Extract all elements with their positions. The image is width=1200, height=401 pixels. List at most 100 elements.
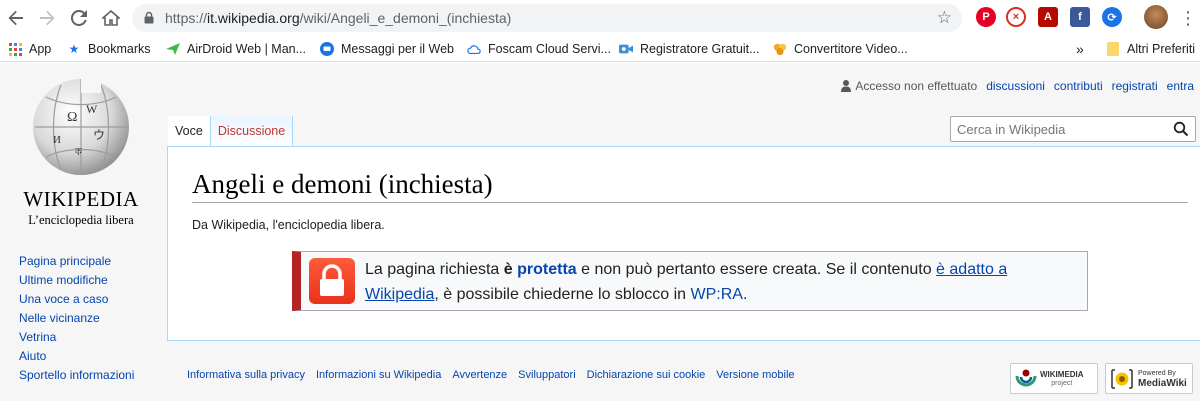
bookmark-label: Convertitore Video... xyxy=(794,42,908,56)
sidebar-item-sportello[interactable]: Sportello informazioni xyxy=(19,366,134,385)
mediawiki-badge-text: Powered By MediaWiki xyxy=(1138,369,1187,389)
search-box xyxy=(950,116,1196,142)
facebook-icon[interactable]: f xyxy=(1070,7,1090,27)
mediawiki-sunflower-icon xyxy=(1111,368,1133,389)
footer-link-about[interactable]: Informazioni su Wikipedia xyxy=(316,369,441,381)
bookmark-messaggi[interactable]: Messaggi per il Web xyxy=(320,40,454,58)
link-protetta[interactable]: protetta xyxy=(517,261,577,278)
sidebar-item-vetrina[interactable]: Vetrina xyxy=(19,328,134,347)
star-icon[interactable]: ☆ xyxy=(937,8,952,28)
browser-toolbar: https://it.wikipedia.org/wiki/Angeli_e_d… xyxy=(0,0,1200,36)
notice-bold-e: è xyxy=(503,261,513,278)
personal-link-entra[interactable]: entra xyxy=(1167,79,1194,93)
menu-icon[interactable]: ⋮ xyxy=(1176,6,1200,30)
notice-text-part: , è possibile chiederne lo sblocco in xyxy=(434,286,691,303)
link-adatto[interactable]: è adatto a xyxy=(936,261,1007,278)
recorder-icon xyxy=(619,42,633,56)
search-input[interactable] xyxy=(951,117,1171,141)
bookmark-airdroid[interactable]: AirDroid Web | Man... xyxy=(166,40,306,58)
footer-link-privacy[interactable]: Informativa sulla privacy xyxy=(187,369,305,381)
footer-link-cookies[interactable]: Dichiarazione sui cookie xyxy=(587,369,706,381)
sidebar-item-ultime-modifiche[interactable]: Ultime modifiche xyxy=(19,271,134,290)
cloud-icon xyxy=(467,42,481,56)
bookmark-label: Foscam Cloud Servi... xyxy=(488,42,611,56)
personal-link-registrati[interactable]: registrati xyxy=(1112,79,1158,93)
protection-notice: La pagina richiesta è protetta e non può… xyxy=(292,251,1088,311)
bookmarks-bar: App ★ Bookmarks AirDroid Web | Man... Me… xyxy=(0,36,1200,62)
bookmark-label: AirDroid Web | Man... xyxy=(187,42,307,56)
apps-grid-icon xyxy=(8,42,22,56)
svg-text:ウ: ウ xyxy=(93,128,105,142)
padlock-icon xyxy=(309,258,355,304)
page-title: Angeli e demoni (inchiesta) xyxy=(192,169,1188,203)
bookmark-foscam[interactable]: Foscam Cloud Servi... xyxy=(467,40,611,58)
bookmark-label: Registratore Gratuit... xyxy=(640,42,760,56)
url-text: https://it.wikipedia.org/wiki/Angeli_e_d… xyxy=(165,10,512,26)
site-subtitle: Da Wikipedia, l'enciclopedia libera. xyxy=(192,218,385,232)
main-content: Angeli e demoni (inchiesta) Da Wikipedia… xyxy=(167,146,1200,341)
messages-icon xyxy=(320,42,334,56)
link-wp-ra[interactable]: WP:RA xyxy=(691,286,743,303)
pinterest-icon[interactable]: P xyxy=(976,7,996,27)
wiki-page: Ω W И ウ ক WIKIPEDIA L’enciclopedia liber… xyxy=(0,63,1200,401)
forward-icon[interactable] xyxy=(35,6,59,30)
logo-tagline: L’enciclopedia libera xyxy=(28,213,134,227)
badge-text: Powered By xyxy=(1138,369,1176,377)
bookmark-label: Messaggi per il Web xyxy=(341,42,455,56)
wikimedia-project-badge[interactable]: WIKIMEDIA project xyxy=(1010,363,1098,394)
tab-discussione[interactable]: Discussione xyxy=(209,116,294,146)
personal-tools: Accesso non effettuato discussioni contr… xyxy=(841,79,1194,93)
bookmark-app[interactable]: App xyxy=(8,40,51,58)
bookmark-registratore[interactable]: Registratore Gratuit... xyxy=(619,40,760,58)
folder-icon xyxy=(1106,42,1120,56)
notice-text-part: . xyxy=(742,286,748,303)
wikimedia-badge-text: WIKIMEDIA project xyxy=(1040,370,1084,388)
sidebar-item-pagina-principale[interactable]: Pagina principale xyxy=(19,252,134,271)
profile-avatar[interactable] xyxy=(1144,5,1168,29)
wikipedia-logo[interactable]: Ω W И ウ ক WIKIPEDIA L’enciclopedia liber… xyxy=(16,71,146,231)
bookmark-label: Altri Preferiti xyxy=(1127,42,1196,56)
powered-by-mediawiki-badge[interactable]: Powered By MediaWiki xyxy=(1105,363,1193,394)
user-icon xyxy=(841,80,852,92)
logo-wordmark: WIKIPEDIA xyxy=(23,187,139,211)
home-icon[interactable] xyxy=(99,6,123,30)
back-icon[interactable] xyxy=(4,6,28,30)
bookmark-folder-altri[interactable]: Altri Preferiti xyxy=(1106,40,1195,58)
converter-icon xyxy=(773,42,787,56)
extension-icon[interactable]: ⟳ xyxy=(1102,7,1122,27)
notice-text-part: La pagina richiesta xyxy=(365,261,504,278)
address-bar[interactable]: https://it.wikipedia.org/wiki/Angeli_e_d… xyxy=(132,4,962,32)
footer-link-mobile[interactable]: Versione mobile xyxy=(716,369,794,381)
svg-text:W: W xyxy=(86,102,98,116)
sidebar-item-aiuto[interactable]: Aiuto xyxy=(19,347,134,366)
badge-text: WIKIMEDIA xyxy=(1040,369,1084,379)
anon-status-label: Accesso non effettuato xyxy=(855,79,978,93)
tab-voce[interactable]: Voce xyxy=(168,116,210,146)
bookmarks-overflow[interactable]: » xyxy=(1076,40,1084,58)
pdf-icon[interactable]: A xyxy=(1038,7,1058,27)
svg-text:Ω: Ω xyxy=(67,110,77,125)
badge-text: MediaWiki xyxy=(1138,377,1187,389)
footer-link-disclaimer[interactable]: Avvertenze xyxy=(452,369,507,381)
wikimedia-logo-icon xyxy=(1015,369,1037,386)
footer-link-developers[interactable]: Sviluppatori xyxy=(518,369,575,381)
link-adatto-wikipedia[interactable]: Wikipedia xyxy=(365,286,434,303)
block-icon[interactable]: × xyxy=(1006,7,1026,27)
badge-text: project xyxy=(1051,379,1073,387)
star-icon: ★ xyxy=(68,42,80,56)
personal-link-contributi[interactable]: contributi xyxy=(1054,79,1103,93)
bookmark-convertitore[interactable]: Convertitore Video... xyxy=(773,40,908,58)
bookmark-bookmarks[interactable]: ★ Bookmarks xyxy=(67,40,151,58)
sidebar-item-voce-a-caso[interactable]: Una voce a caso xyxy=(19,290,134,309)
reload-icon[interactable] xyxy=(67,6,91,30)
notice-text-part: e non può pertanto essere creata. Se il … xyxy=(576,261,937,278)
notice-text: La pagina richiesta è protetta e non può… xyxy=(365,257,1085,307)
anon-status: Accesso non effettuato xyxy=(841,79,977,93)
sidebar-item-nelle-vicinanze[interactable]: Nelle vicinanze xyxy=(19,309,134,328)
sidebar-navigation: Pagina principale Ultime modifiche Una v… xyxy=(19,252,134,385)
search-icon[interactable] xyxy=(1173,121,1189,137)
personal-link-discussioni[interactable]: discussioni xyxy=(986,79,1045,93)
bookmark-label: Bookmarks xyxy=(88,42,151,56)
svg-text:ক: ক xyxy=(74,147,83,158)
bookmark-label: App xyxy=(29,42,52,56)
